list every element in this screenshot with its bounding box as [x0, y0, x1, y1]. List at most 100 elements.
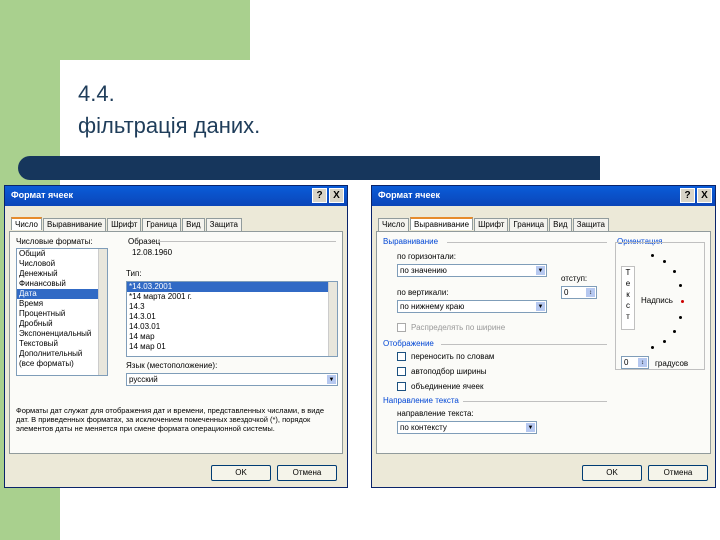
background-green-top — [0, 0, 250, 60]
list-item[interactable]: Экспоненциальный — [17, 329, 107, 339]
type-list[interactable]: *14.03.2001 *14 марта 2001 г. 14.3 14.3.… — [126, 281, 338, 357]
tab-panel: Выравнивание по горизонтали: по значению… — [376, 231, 711, 454]
tab-protection[interactable]: Защита — [205, 218, 242, 231]
tab-font[interactable]: Шрифт — [474, 218, 509, 231]
tab-strip: Число Выравнивание Шрифт Граница Вид Защита — [378, 217, 610, 231]
list-item-selected[interactable]: Дата — [17, 289, 107, 299]
align-group-line — [447, 242, 607, 243]
vertical-text-box[interactable]: Т е к с т — [621, 266, 635, 330]
title-line-2: фільтрація даних. — [78, 113, 261, 138]
orientation-dial[interactable]: Надпись — [641, 252, 701, 352]
list-item[interactable]: Процентный — [17, 309, 107, 319]
spinner-icon[interactable]: ↕ — [585, 287, 596, 298]
list-item[interactable]: Финансовый — [17, 279, 107, 289]
chevron-down-icon[interactable]: ▼ — [525, 422, 536, 433]
vert-value: по нижнему краю — [400, 302, 465, 311]
locale-select[interactable]: русский ▼ — [126, 373, 338, 386]
distribute-label: Распределять по ширине — [411, 323, 506, 332]
tab-number[interactable]: Число — [378, 218, 410, 231]
tab-strip: Число Выравнивание Шрифт Граница Вид Защита — [11, 217, 243, 231]
direction-group-label: Направление текста — [383, 396, 459, 405]
autofit-label: автоподбор ширины — [411, 367, 487, 376]
wrap-checkbox[interactable] — [397, 352, 406, 361]
locale-label: Язык (местоположение): — [126, 361, 218, 370]
distribute-checkbox[interactable] — [397, 323, 406, 332]
help-button[interactable]: ? — [312, 188, 327, 203]
scrollbar[interactable] — [328, 282, 337, 356]
degrees-label: градусов — [655, 359, 689, 368]
tab-alignment[interactable]: Выравнивание — [43, 218, 107, 231]
list-item-selected[interactable]: *14.03.2001 — [127, 282, 337, 292]
tab-border[interactable]: Граница — [142, 218, 182, 231]
format-cells-dialog-alignment: Формат ячеек ? X Число Выравнивание Шрифт Г… — [371, 185, 716, 488]
close-button[interactable]: X — [697, 188, 712, 203]
indent-stepper[interactable]: 0 ↕ — [561, 286, 597, 299]
vertical-letter: к — [626, 290, 630, 299]
tab-font[interactable]: Шрифт — [107, 218, 142, 231]
ok-button[interactable]: OK — [582, 465, 642, 481]
direction-group-line — [463, 401, 607, 402]
list-item[interactable]: (все форматы) — [17, 359, 107, 369]
tab-number[interactable]: Число — [11, 217, 43, 230]
indent-value: 0 — [564, 288, 569, 297]
direction-value: по контексту — [400, 423, 447, 432]
degrees-stepper[interactable]: 0 ↕ — [621, 356, 649, 369]
sample-label: Образец — [128, 237, 161, 246]
cancel-button[interactable]: Отмена — [277, 465, 337, 481]
dial-dot — [681, 300, 684, 303]
align-group-label: Выравнивание — [383, 237, 439, 246]
list-item[interactable]: Текстовый — [17, 339, 107, 349]
indent-label: отступ: — [561, 274, 588, 283]
list-item[interactable]: 14 мар — [127, 332, 337, 342]
formats-list[interactable]: Общий Числовой Денежный Финансовый Дата … — [16, 248, 108, 376]
spinner-icon[interactable]: ↕ — [637, 357, 648, 368]
list-item[interactable]: 14.3.01 — [127, 312, 337, 322]
list-item[interactable]: 14.3 — [127, 302, 337, 312]
list-item[interactable]: Общий — [17, 249, 107, 259]
list-item[interactable]: Числовой — [17, 259, 107, 269]
vert-label: по вертикали: — [397, 288, 449, 297]
list-item[interactable]: Денежный — [17, 269, 107, 279]
horiz-select[interactable]: по значению ▼ — [397, 264, 547, 277]
horiz-label: по горизонтали: — [397, 252, 456, 261]
formats-label: Числовые форматы: — [16, 237, 93, 246]
dial-dot — [673, 330, 676, 333]
vertical-letter: Т — [625, 268, 631, 277]
direction-select[interactable]: по контексту ▼ — [397, 421, 537, 434]
list-item[interactable]: 14 мар 01 — [127, 342, 337, 352]
ok-button[interactable]: OK — [211, 465, 271, 481]
dialog-titlebar: Формат ячеек ? X — [372, 186, 715, 206]
merge-checkbox[interactable] — [397, 382, 406, 391]
list-item[interactable]: Дополнительный — [17, 349, 107, 359]
scrollbar[interactable] — [98, 249, 107, 375]
degrees-value: 0 — [624, 358, 629, 367]
dial-dot — [651, 254, 654, 257]
format-cells-dialog-number: Формат ячеек ? X Число Выравнивание Шрифт Г… — [4, 185, 348, 488]
display-group-label: Отображение — [383, 339, 434, 348]
horiz-value: по значению — [400, 266, 447, 275]
chevron-down-icon[interactable]: ▼ — [535, 265, 546, 276]
title-underline-bar — [18, 156, 600, 180]
tab-alignment[interactable]: Выравнивание — [410, 217, 474, 230]
cancel-button[interactable]: Отмена — [648, 465, 708, 481]
autofit-checkbox[interactable] — [397, 367, 406, 376]
tab-protection[interactable]: Защита — [572, 218, 609, 231]
chevron-down-icon[interactable]: ▼ — [535, 301, 546, 312]
tab-view[interactable]: Вид — [182, 218, 205, 231]
type-label: Тип: — [126, 269, 142, 278]
vertical-letter: с — [626, 301, 630, 310]
list-item[interactable]: 14.03.01 — [127, 322, 337, 332]
dial-dot — [679, 284, 682, 287]
list-item[interactable]: Дробный — [17, 319, 107, 329]
close-button[interactable]: X — [329, 188, 344, 203]
vertical-letter: т — [626, 312, 630, 321]
tab-border[interactable]: Граница — [509, 218, 549, 231]
list-item[interactable]: Время — [17, 299, 107, 309]
help-button[interactable]: ? — [680, 188, 695, 203]
list-item[interactable]: *14 марта 2001 г. — [127, 292, 337, 302]
chevron-down-icon[interactable]: ▼ — [326, 374, 337, 385]
vert-select[interactable]: по нижнему краю ▼ — [397, 300, 547, 313]
display-group-line — [441, 344, 607, 345]
title-line-1: 4.4. — [78, 81, 115, 106]
tab-view[interactable]: Вид — [549, 218, 572, 231]
